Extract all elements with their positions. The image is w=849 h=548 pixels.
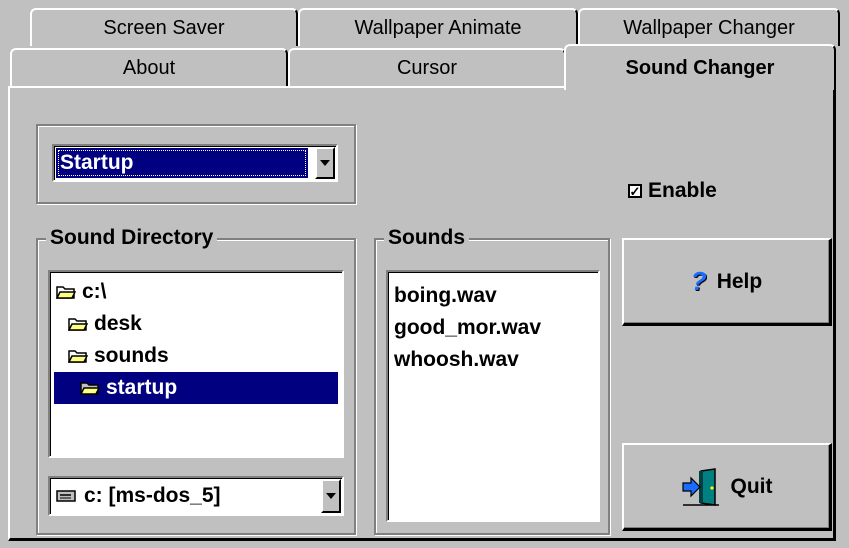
folder-item[interactable]: sounds — [66, 340, 338, 372]
tab-sound-changer[interactable]: Sound Changer — [564, 44, 836, 90]
drive-icon — [56, 490, 76, 502]
drive-value: c: [ms-dos_5] — [84, 484, 221, 507]
help-label: Help — [716, 269, 763, 293]
folder-icon — [56, 286, 76, 299]
sound-directory-group: Sound Directory c:\ desk sounds startup … — [36, 226, 356, 535]
tab-label: Screen Saver — [103, 16, 225, 39]
chevron-down-icon — [326, 493, 336, 499]
enable-checkbox[interactable]: ✓ Enable — [628, 178, 717, 204]
enable-label: Enable — [648, 179, 717, 202]
exit-door-icon — [681, 467, 719, 506]
tab-about[interactable]: About — [10, 48, 288, 86]
folder-name: startup — [106, 376, 178, 399]
quit-label: Quit — [730, 474, 773, 498]
sounds-list[interactable]: boing.wav good_mor.wav whoosh.wav — [386, 270, 600, 522]
sound-file-item[interactable]: good_mor.wav — [394, 312, 541, 344]
chevron-down-icon — [320, 160, 330, 166]
tab-cursor[interactable]: Cursor — [288, 48, 566, 86]
folder-icon — [68, 350, 88, 363]
sound-file-item[interactable]: boing.wav — [394, 280, 541, 312]
sound-file-item[interactable]: whoosh.wav — [394, 344, 541, 376]
sound-changer-panel: Startup ✓ Enable Sound Directory c:\ des… — [8, 86, 836, 541]
directory-list[interactable]: c:\ desk sounds startup — [48, 270, 344, 458]
question-mark-icon: ? — [690, 266, 707, 296]
tab-screen-saver[interactable]: Screen Saver — [30, 8, 298, 46]
event-select-group: Startup — [36, 124, 356, 204]
folder-icon — [68, 318, 88, 331]
folder-name: desk — [94, 312, 142, 335]
sounds-label: Sounds — [384, 226, 469, 250]
sound-directory-label: Sound Directory — [46, 226, 218, 250]
tab-label: About — [122, 56, 176, 79]
drive-select[interactable]: c: [ms-dos_5] — [48, 476, 344, 516]
folder-item-selected[interactable]: startup — [54, 372, 338, 404]
tab-label: Cursor — [396, 56, 457, 79]
folder-name: c:\ — [82, 280, 107, 303]
tab-label: Wallpaper Changer — [623, 16, 795, 39]
tab-label: Sound Changer — [625, 56, 775, 79]
tab-wallpaper-changer[interactable]: Wallpaper Changer — [578, 8, 840, 46]
folder-item[interactable]: desk — [66, 308, 338, 340]
folder-icon — [80, 382, 100, 395]
tab-wallpaper-animate[interactable]: Wallpaper Animate — [298, 8, 578, 46]
folder-name: sounds — [94, 344, 169, 367]
checkbox-icon: ✓ — [628, 183, 642, 199]
event-select[interactable]: Startup — [52, 144, 338, 182]
help-button[interactable]: ? Help — [622, 238, 832, 326]
folder-item[interactable]: c:\ — [54, 276, 338, 308]
sounds-files: boing.wav good_mor.wav whoosh.wav — [394, 280, 541, 376]
sounds-group: Sounds boing.wav good_mor.wav whoosh.wav — [374, 226, 610, 535]
tab-label: Wallpaper Animate — [354, 16, 522, 39]
drive-select-arrow[interactable] — [321, 479, 341, 513]
event-select-arrow[interactable] — [315, 147, 335, 179]
drive-select-value-wrap: c: [ms-dos_5] — [56, 480, 221, 512]
event-select-value: Startup — [56, 148, 308, 178]
quit-button[interactable]: Quit — [622, 443, 832, 531]
